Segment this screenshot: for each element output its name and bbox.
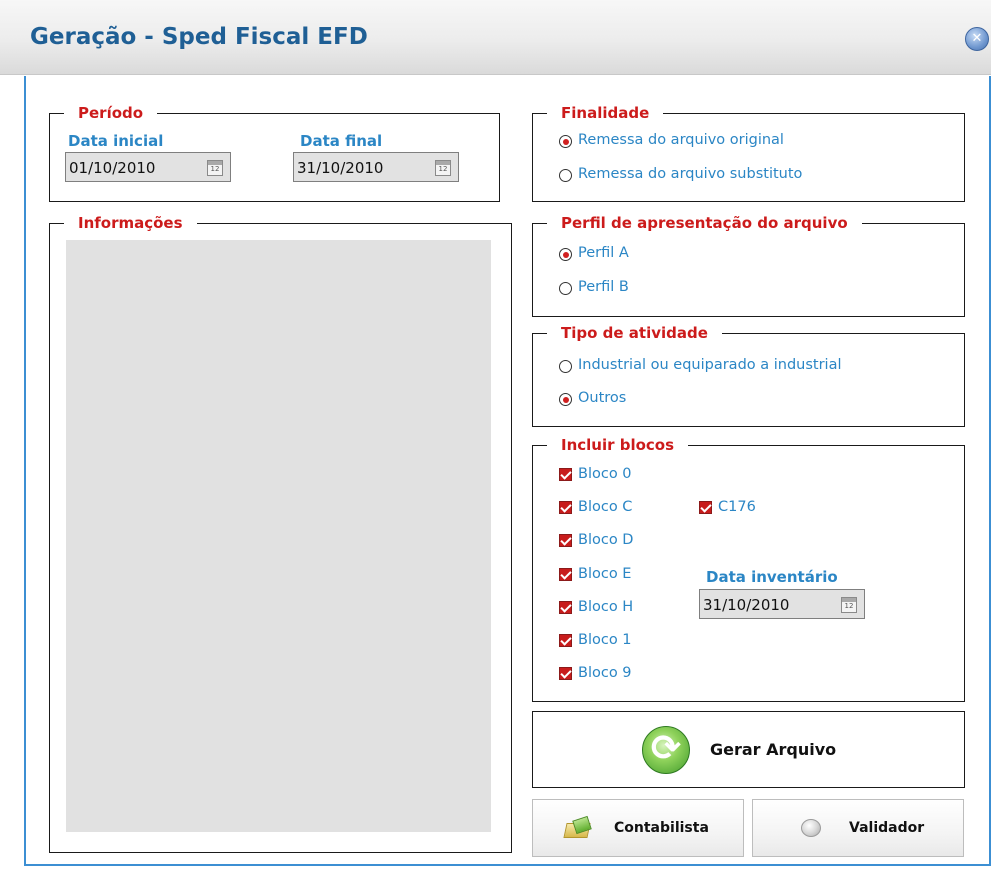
radio-remessa-substituto[interactable]: Remessa do arquivo substituto <box>559 166 859 186</box>
periodo-legend: Período <box>78 104 144 122</box>
sped-fiscal-window: Geração - Sped Fiscal EFD ✕ Período Data… <box>0 0 991 878</box>
checkbox-bloco-9[interactable]: Bloco 9 <box>559 665 669 685</box>
informacoes-legend: Informações <box>78 214 183 232</box>
checkbox-label: C176 <box>718 499 756 515</box>
radio-label: Industrial ou equiparado a industrial <box>578 357 842 373</box>
checkbox[interactable] <box>559 468 572 481</box>
data-inventario-label: Data inventário <box>706 568 838 586</box>
finalidade-group: Finalidade <box>532 104 965 202</box>
radio-perfil-a[interactable]: Perfil A <box>559 245 759 265</box>
data-inicial-label: Data inicial <box>68 132 164 150</box>
perfil-group: Perfil de apresentação do arquivo <box>532 214 965 317</box>
radio-button[interactable] <box>559 135 572 148</box>
radio-button[interactable] <box>559 393 572 406</box>
checkbox-bloco-e[interactable]: Bloco E <box>559 566 669 586</box>
radio-label: Outros <box>578 390 627 406</box>
radio-label: Remessa do arquivo substituto <box>578 166 803 182</box>
checkbox-c176[interactable]: C176 <box>699 499 789 519</box>
title-bar: Geração - Sped Fiscal EFD ✕ <box>0 0 991 75</box>
window-title: Geração - Sped Fiscal EFD <box>30 24 368 50</box>
checkbox-label: Bloco 0 <box>578 466 632 482</box>
data-inicial-value: 01/10/2010 <box>69 159 156 177</box>
finalidade-legend: Finalidade <box>561 104 650 122</box>
data-final-label: Data final <box>300 132 383 150</box>
contabilista-label: Contabilista <box>614 820 709 836</box>
validador-label: Validador <box>849 820 925 836</box>
checkbox-bloco-c[interactable]: Bloco C <box>559 499 669 519</box>
tipo-atividade-legend: Tipo de atividade <box>561 324 708 342</box>
checkbox-label: Bloco C <box>578 499 633 515</box>
checkbox[interactable] <box>559 534 572 547</box>
radio-remessa-original[interactable]: Remessa do arquivo original <box>559 132 859 152</box>
close-icon[interactable]: ✕ <box>965 27 989 51</box>
radio-label: Remessa do arquivo original <box>578 132 784 148</box>
radio-label: Perfil B <box>578 279 629 295</box>
checkbox-label: Bloco D <box>578 532 634 548</box>
radio-button[interactable] <box>559 169 572 182</box>
radio-perfil-b[interactable]: Perfil B <box>559 279 759 299</box>
checkbox-bloco-d[interactable]: Bloco D <box>559 532 669 552</box>
validator-icon <box>801 819 821 837</box>
gerar-arquivo-label: Gerar Arquivo <box>710 740 837 759</box>
calendar-icon-text: 12 <box>210 165 220 173</box>
data-final-value: 31/10/2010 <box>297 159 384 177</box>
checkbox-label: Bloco 1 <box>578 632 632 648</box>
checkbox[interactable] <box>559 501 572 514</box>
contabilista-button[interactable]: Contabilista <box>532 799 744 857</box>
checkbox-label: Bloco E <box>578 566 632 582</box>
data-final-field[interactable]: 31/10/2010 12 <box>293 152 459 182</box>
incluir-blocos-legend: Incluir blocos <box>561 436 675 454</box>
informacoes-text-area[interactable] <box>66 240 491 832</box>
folder-icon <box>565 817 591 837</box>
checkbox[interactable] <box>559 568 572 581</box>
calendar-icon-text: 12 <box>438 165 448 173</box>
data-inventario-value: 31/10/2010 <box>703 596 790 614</box>
checkbox-bloco-0[interactable]: Bloco 0 <box>559 466 669 486</box>
data-inicial-field[interactable]: 01/10/2010 12 <box>65 152 231 182</box>
calendar-icon[interactable]: 12 <box>841 597 857 613</box>
calendar-icon[interactable]: 12 <box>207 160 223 176</box>
radio-button[interactable] <box>559 360 572 373</box>
checkbox[interactable] <box>559 634 572 647</box>
gerar-arquivo-button[interactable]: Gerar Arquivo <box>532 711 965 788</box>
validador-button[interactable]: Validador <box>752 799 964 857</box>
radio-button[interactable] <box>559 248 572 261</box>
radio-button[interactable] <box>559 282 572 295</box>
data-inventario-field[interactable]: 31/10/2010 12 <box>699 589 865 619</box>
radio-industrial[interactable]: Industrial ou equiparado a industrial <box>559 357 919 377</box>
checkbox[interactable] <box>699 501 712 514</box>
checkbox[interactable] <box>559 667 572 680</box>
checkbox[interactable] <box>559 601 572 614</box>
calendar-icon[interactable]: 12 <box>435 160 451 176</box>
radio-label: Perfil A <box>578 245 629 261</box>
checkbox-bloco-1[interactable]: Bloco 1 <box>559 632 669 652</box>
checkbox-label: Bloco 9 <box>578 665 632 681</box>
perfil-legend: Perfil de apresentação do arquivo <box>561 214 848 232</box>
checkbox-label: Bloco H <box>578 599 634 615</box>
bottom-edge <box>0 866 991 878</box>
radio-outros[interactable]: Outros <box>559 390 759 410</box>
checkbox-bloco-h[interactable]: Bloco H <box>559 599 669 619</box>
calendar-icon-text: 12 <box>844 602 854 610</box>
refresh-icon <box>642 726 690 774</box>
